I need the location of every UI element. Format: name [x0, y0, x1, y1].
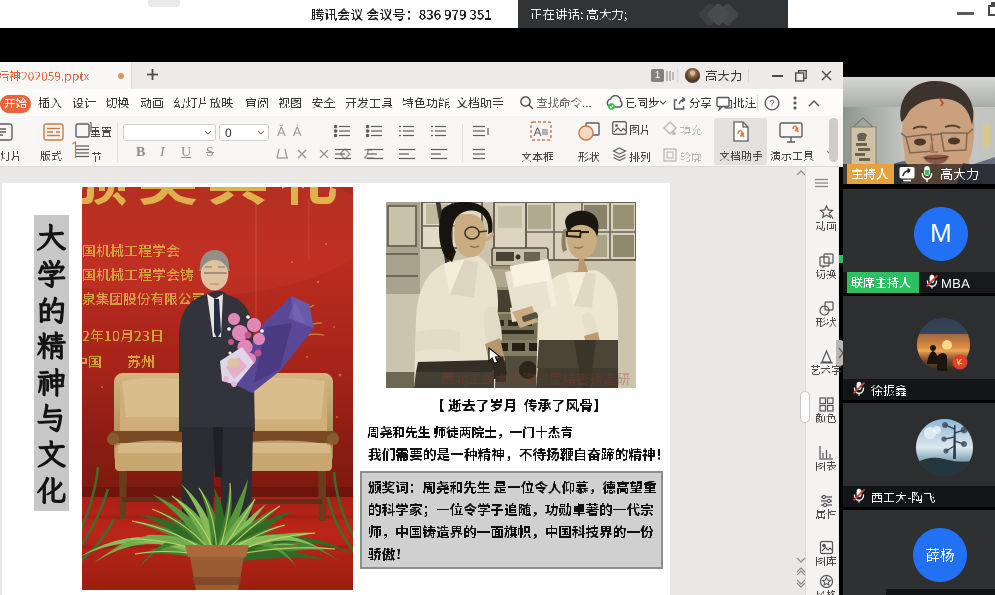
svg-text:A≡: A≡ — [533, 125, 548, 139]
svg-text:?: ? — [769, 98, 774, 109]
